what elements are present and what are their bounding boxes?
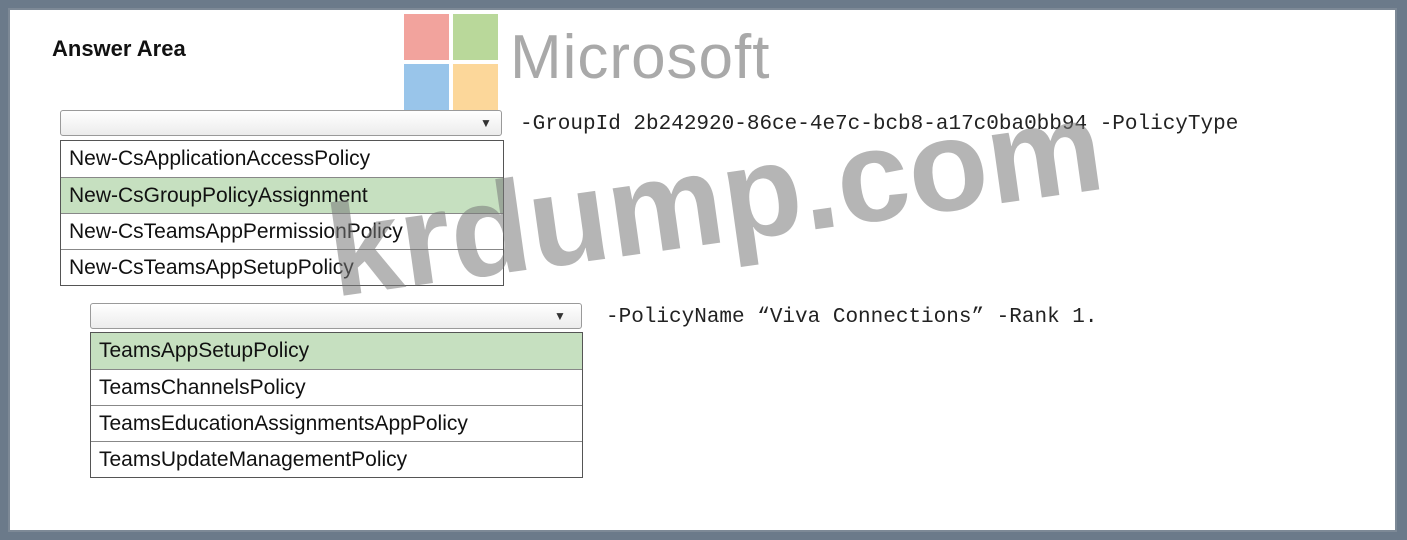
cmdlet-option[interactable]: New-CsTeamsAppSetupPolicy [61,249,503,285]
microsoft-logo [404,14,500,112]
cmdlet-options-list: New-CsApplicationAccessPolicy New-CsGrou… [60,140,504,286]
chevron-down-icon[interactable]: ▼ [545,304,575,328]
cmdlet-dropdown[interactable]: ▼ [60,110,502,136]
microsoft-wordmark: Microsoft [510,23,771,92]
policy-type-options-list: TeamsAppSetupPolicy TeamsChannelsPolicy … [90,332,583,478]
policy-type-option-selected[interactable]: TeamsAppSetupPolicy [91,333,582,369]
policy-type-dropdown[interactable]: ▼ [90,303,582,329]
cmdlet-option[interactable]: New-CsTeamsAppPermissionPolicy [61,213,503,249]
command-suffix-2: -PolicyName “Viva Connections” -Rank 1. [606,306,1098,329]
logo-blue-square [404,64,449,110]
policy-type-option[interactable]: TeamsUpdateManagementPolicy [91,441,582,477]
logo-red-square [404,14,449,60]
policy-type-option[interactable]: TeamsEducationAssignmentsAppPolicy [91,405,582,441]
chevron-down-icon[interactable]: ▼ [471,111,501,135]
cmdlet-option-selected[interactable]: New-CsGroupPolicyAssignment [61,177,503,213]
logo-yellow-square [453,64,498,110]
cmdlet-option[interactable]: New-CsApplicationAccessPolicy [61,141,503,177]
page-title: Answer Area [52,36,186,61]
policy-type-option[interactable]: TeamsChannelsPolicy [91,369,582,405]
logo-green-square [453,14,498,60]
command-suffix-1: -GroupId 2b242920-86ce-4e7c-bcb8-a17c0ba… [520,113,1239,136]
